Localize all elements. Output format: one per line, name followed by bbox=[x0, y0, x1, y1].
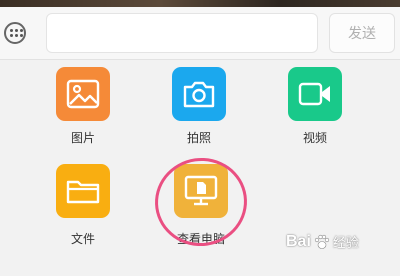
watermark-brand: Bai bbox=[286, 232, 311, 250]
attachment-label: 图片 bbox=[70, 131, 95, 145]
attachment-label: 文件 bbox=[70, 232, 95, 246]
computer-file-icon bbox=[184, 175, 218, 206]
background-strip bbox=[0, 0, 400, 7]
watermark-suffix: 经验 bbox=[332, 236, 359, 251]
camera-icon bbox=[183, 81, 215, 108]
image-icon bbox=[66, 79, 100, 109]
message-input[interactable] bbox=[46, 13, 318, 53]
attachment-label: 拍照 bbox=[186, 131, 211, 145]
attachment-label: 查看电脑 bbox=[176, 232, 225, 246]
send-button[interactable]: 发送 bbox=[329, 13, 395, 53]
attachment-video-button[interactable] bbox=[288, 67, 342, 121]
folder-icon bbox=[66, 180, 100, 204]
emoji-keyboard-icon[interactable] bbox=[4, 22, 26, 44]
attachment-image-button[interactable] bbox=[56, 67, 110, 121]
paw-icon bbox=[314, 234, 330, 249]
attachment-camera-button[interactable] bbox=[172, 67, 226, 121]
watermark: Bai 经验 bbox=[286, 232, 359, 252]
attachment-file-button[interactable] bbox=[56, 164, 110, 218]
message-composer: 发送 bbox=[0, 7, 400, 60]
attachment-label: 视频 bbox=[302, 131, 327, 145]
attachment-view-computer-button[interactable] bbox=[174, 164, 228, 218]
video-icon bbox=[298, 82, 330, 106]
